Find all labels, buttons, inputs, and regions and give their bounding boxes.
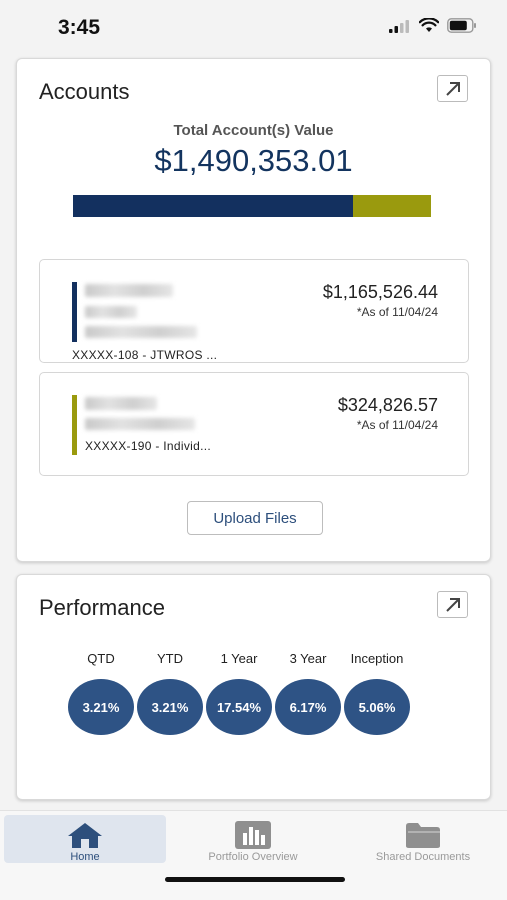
folder-icon [406,823,440,848]
tab-home-label: Home [70,851,100,863]
account-as-of: *As of 11/04/24 [356,418,438,432]
performance-qtd: QTD 3.21% [67,651,135,735]
account-number: XXXXX-190 - Individ... [85,439,211,453]
external-link-icon [445,597,460,612]
performance-inception: Inception 5.06% [343,651,411,735]
tab-documents-label: Shared Documents [375,851,471,863]
tab-home[interactable]: Home [4,815,166,863]
return-bubble: 3.21% [68,679,134,735]
return-bubble: 6.17% [275,679,341,735]
battery-icon [447,18,476,33]
status-time: 3:45 [58,16,101,39]
bar-chart-icon [235,821,271,849]
allocation-segment [352,195,431,217]
tab-portfolio-label: Portfolio Overview [208,851,298,863]
external-link-icon [445,81,460,96]
account-as-of: *As of 11/04/24 [356,305,438,319]
redacted-account-detail [85,326,197,338]
performance-card: Performance QTD 3.21% YTD 3.21% 1 Year 1… [16,574,491,800]
account-value: $324,826.57 [337,395,438,415]
tab-portfolio-overview[interactable]: Portfolio Overview [178,815,328,863]
accounts-card: Accounts Total Account(s) Value $1,490,3… [16,58,491,562]
performance-expand-button[interactable] [437,591,468,618]
account-color-stripe [72,395,77,455]
allocation-bar [73,195,431,217]
status-icons [389,18,477,33]
return-bubble: 17.54% [206,679,272,735]
redacted-account-name [85,397,157,410]
home-icon [68,823,102,848]
period-label: 3 Year [289,651,327,666]
period-label: YTD [157,651,183,666]
performance-ytd: YTD 3.21% [136,651,204,735]
redacted-account-name [85,284,173,297]
upload-files-button[interactable]: Upload Files [187,501,323,535]
account-item[interactable]: XXXXX-108 - JTWROS ... $1,165,526.44 *As… [39,259,469,363]
bottom-tab-bar: Home Portfolio Overview Shared Documents [0,810,507,900]
account-item[interactable]: XXXXX-190 - Individ... $324,826.57 *As o… [39,372,469,476]
accounts-title: Accounts [39,79,130,104]
allocation-segment [73,195,353,217]
tab-shared-documents[interactable]: Shared Documents [348,815,498,863]
cellular-signal-icon [389,19,409,33]
period-label: QTD [87,651,115,666]
return-bubble: 5.06% [344,679,410,735]
total-value: $1,490,353.01 [154,143,353,178]
total-value-label: Total Account(s) Value [173,122,334,139]
status-bar: 3:45 [0,0,507,52]
performance-3-year: 3 Year 6.17% [274,651,342,735]
home-indicator [165,877,345,882]
wifi-icon [419,18,439,32]
redacted-account-detail [85,306,137,318]
account-number: XXXXX-108 - JTWROS ... [72,348,218,362]
account-value: $1,165,526.44 [322,282,438,302]
performance-title: Performance [39,595,165,620]
performance-1-year: 1 Year 17.54% [205,651,273,735]
period-label: 1 Year [220,651,258,666]
period-label: Inception [350,651,404,666]
redacted-account-detail [85,418,195,430]
return-bubble: 3.21% [137,679,203,735]
account-color-stripe [72,282,77,342]
accounts-expand-button[interactable] [437,75,468,102]
